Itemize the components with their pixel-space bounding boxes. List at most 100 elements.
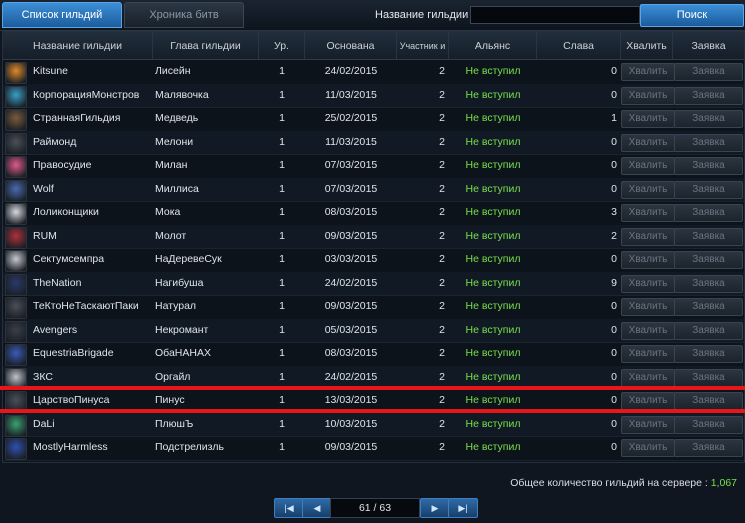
guild-leader: Нагибуша [155,276,204,289]
guild-leader: Малявочка [155,88,209,101]
praise-button[interactable]: Хвалить [621,180,675,199]
apply-button[interactable]: Заявка [674,86,743,105]
guild-row[interactable]: TheNation Нагибуша 1 24/02/2015 2 Не вступил 9… [3,271,744,296]
apply-button[interactable]: Заявка [674,251,743,269]
apply-button[interactable]: Заявка [674,274,743,293]
guild-alliance: Не вступил [465,88,521,101]
guild-level: 1 [279,417,285,430]
last-page-button[interactable]: ▶| [448,498,478,518]
col-glory[interactable]: Слава [537,32,621,59]
praise-button[interactable]: Хвалить [621,63,675,81]
guild-row[interactable]: Wolf Миллиса 1 07/03/2015 2 Не вступил 0 Хвалит… [3,177,744,202]
praise-button[interactable]: Хвалить [621,204,675,222]
guild-level: 1 [279,323,285,336]
col-alliance[interactable]: Альянс [449,32,537,59]
prev-page-button[interactable]: ◀ [302,498,332,518]
guild-members: 2 [439,135,445,148]
praise-button[interactable]: Хвалить [621,392,675,410]
apply-button[interactable]: Заявка [674,110,743,128]
apply-button[interactable]: Заявка [674,157,743,175]
guild-glory: 0 [611,65,617,77]
guild-row[interactable]: СтраннаяГильдия Медведь 1 25/02/2015 2 Не вст… [3,107,744,132]
next-page-button[interactable]: ▶ [420,498,450,518]
apply-button[interactable]: Заявка [674,368,743,387]
praise-button[interactable]: Хвалить [621,415,675,434]
col-praise: Хвалить [621,32,673,59]
praise-button[interactable]: Хвалить [621,345,675,363]
praise-button[interactable]: Хвалить [621,439,675,457]
apply-button[interactable]: Заявка [674,321,743,340]
apply-button[interactable]: Заявка [674,415,743,434]
guild-alliance: Не вступил [465,300,521,312]
search-label: Название гильдии [375,9,469,21]
guild-members: 2 [439,88,445,101]
apply-button[interactable]: Заявка [674,298,743,316]
guild-alliance: Не вступил [465,441,521,453]
col-guild-name[interactable]: Название гильдии [3,32,153,59]
guild-row[interactable]: Правосудие Милан 1 07/03/2015 2 Не вступил 0 Хв… [3,154,744,179]
praise-button[interactable]: Хвалить [621,157,675,175]
guild-founded: 05/03/2015 [324,323,378,336]
apply-button[interactable]: Заявка [674,392,743,410]
guild-glory: 0 [611,88,617,101]
guild-alliance: Не вступил [465,276,521,289]
guild-table: Название гильдии Глава гильдии Ур. Основ… [2,31,745,463]
apply-button[interactable]: Заявка [674,345,743,363]
guild-row[interactable]: MostlyHarmless Подстрелизль 1 09/03/2015 2 Не… [3,436,744,461]
col-leader[interactable]: Глава гильдии [153,32,259,59]
guild-row[interactable]: Kitsune Лисейн 1 24/02/2015 2 Не вступил 0 Хвал… [3,60,744,85]
guild-name: RUM [33,229,57,242]
highlight-bottom-line [0,409,745,413]
guild-glory: 0 [611,347,617,359]
praise-button[interactable]: Хвалить [621,274,675,293]
guild-row[interactable]: КорпорацияМонстров Малявочка 1 11/03/2015 2 Н… [3,83,744,108]
praise-button[interactable]: Хвалить [621,368,675,387]
apply-button[interactable]: Заявка [674,133,743,152]
guild-members: 2 [439,159,445,171]
guild-row[interactable]: Avengers Некромант 1 05/03/2015 2 Не вступил 0… [3,318,744,343]
col-level[interactable]: Ур. [259,32,305,59]
col-founded[interactable]: Основана [305,32,397,59]
bird-emblem-icon [5,250,27,272]
guild-leader: Миллиса [155,182,199,195]
praise-button[interactable]: Хвалить [621,110,675,128]
apply-button[interactable]: Заявка [674,227,743,246]
apply-button[interactable]: Заявка [674,63,743,81]
col-members[interactable]: Участник и [397,32,449,59]
guild-row[interactable]: DaLi ПлюшЪ 1 10/03/2015 2 Не вступил 0 Хвалить З… [3,412,744,437]
guild-row[interactable]: Лоликонщики Мока 1 08/03/2015 2 Не вступил 3 Хв… [3,201,744,226]
page-indicator: 61 / 63 [330,498,420,518]
rum-emblem-icon [5,226,27,249]
guild-row[interactable]: RUM Молот 1 09/03/2015 2 Не вступил 2 Хвалить За… [3,224,744,249]
guild-row[interactable]: EquestriaBrigade ОбаНАНАХ 1 08/03/2015 2 Не в… [3,342,744,367]
praise-button[interactable]: Хвалить [621,321,675,340]
guild-founded: 09/03/2015 [324,229,378,242]
praise-button[interactable]: Хвалить [621,133,675,152]
guild-members: 2 [439,417,445,430]
guild-level: 1 [279,182,285,195]
apply-button[interactable]: Заявка [674,439,743,457]
guild-alliance: Не вступил [465,253,521,265]
praise-button[interactable]: Хвалить [621,251,675,269]
praise-button[interactable]: Хвалить [621,86,675,105]
guild-row[interactable]: Сектумсемпра НаДеревеСук 1 03/03/2015 2 Не вс… [3,248,744,273]
guild-leader: Милан [155,159,188,171]
apply-button[interactable]: Заявка [674,180,743,199]
guild-row[interactable]: Раймонд Мелони 1 11/03/2015 2 Не вступил 0 Хвал… [3,130,744,155]
praise-button[interactable]: Хвалить [621,227,675,246]
guild-glory: 0 [611,159,617,171]
search-input[interactable] [470,6,640,24]
praise-button[interactable]: Хвалить [621,298,675,316]
search-button[interactable]: Поиск [640,4,744,27]
pony-emblem-icon [5,344,27,366]
apply-button[interactable]: Заявка [674,204,743,222]
tab-guild-list[interactable]: Список гильдий [2,2,122,28]
tab-battle-chronicle[interactable]: Хроника битв [124,2,244,28]
guild-leader: ОбаНАНАХ [155,347,211,359]
top-bar: Список гильдий Хроника битв Название гил… [0,0,745,31]
guild-row[interactable]: ТеКтоНеТаскаютПаки Натурал 1 09/03/2015 2 Не … [3,295,744,320]
guild-leader: Подстрелизль [155,441,224,453]
first-page-button[interactable]: |◀ [274,498,304,518]
total-value: 1,067 [710,477,737,489]
guild-glory: 0 [611,135,617,148]
